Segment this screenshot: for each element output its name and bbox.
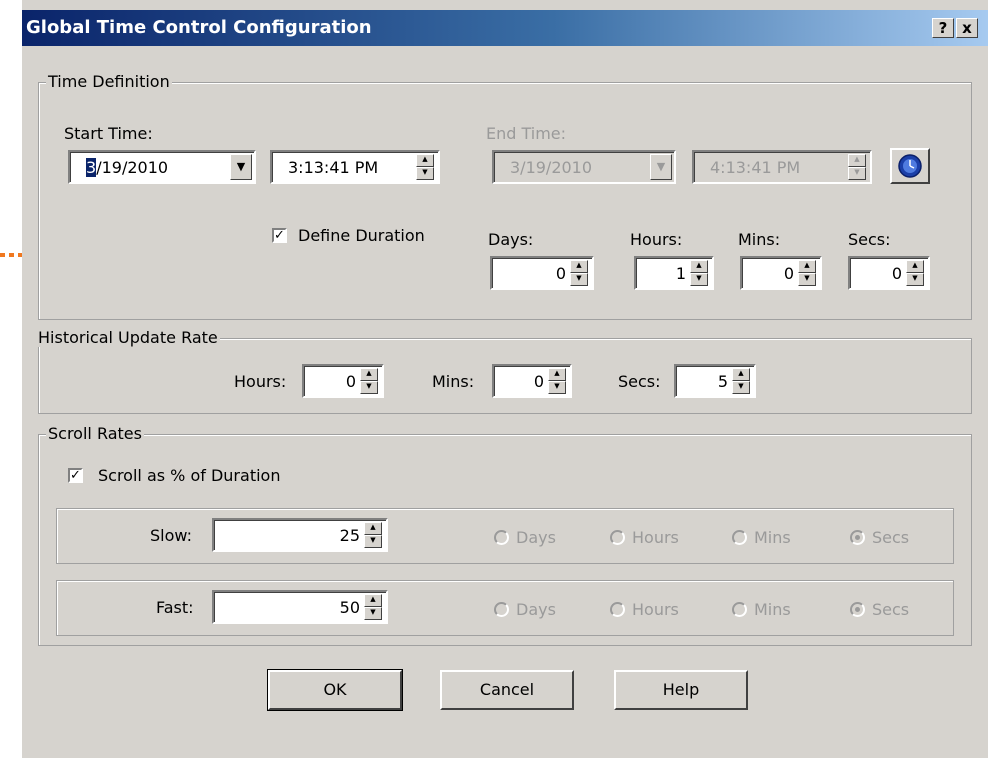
start-date-value: /19/2010: [96, 158, 169, 177]
slow-mins-radio: [732, 530, 747, 545]
fast-secs-radio: [850, 602, 865, 617]
fast-days-label: Days: [516, 600, 556, 619]
slow-rate-value: 25: [339, 526, 360, 545]
fast-label: Fast:: [156, 598, 194, 617]
window-title: Global Time Control Configuration: [26, 17, 372, 38]
chevron-down-icon: ▼: [650, 154, 672, 180]
slow-hours-radio: [610, 530, 625, 545]
end-time-input: 4:13:41 PM ▲ ▼: [692, 150, 872, 184]
historical-hours-label: Hours:: [234, 372, 287, 391]
fast-hours-radio: [610, 602, 625, 617]
slow-mins-label: Mins: [754, 528, 791, 547]
historical-mins-stepper[interactable]: 0 ▲ ▼: [492, 364, 572, 398]
start-date-picker[interactable]: 3/19/2010 ▼: [68, 150, 256, 184]
title-bar: Global Time Control Configuration ? x: [22, 10, 988, 46]
mins-value: 0: [783, 264, 794, 283]
slow-label: Slow:: [150, 526, 192, 545]
slow-days-label: Days: [516, 528, 556, 547]
secs-stepper[interactable]: 0 ▲ ▼: [848, 256, 930, 290]
fast-mins-radio: [732, 602, 747, 617]
scroll-rates-legend: Scroll Rates: [46, 424, 144, 443]
secs-spinner[interactable]: ▲ ▼: [906, 260, 924, 286]
start-date-selected-part: 3: [86, 158, 97, 177]
start-time-value: 3:13:41 PM: [288, 158, 379, 177]
fast-rate-value: 50: [339, 598, 360, 617]
dialog-window: Global Time Control Configuration ? x Ti…: [22, 0, 988, 758]
close-title-button[interactable]: x: [956, 18, 978, 38]
clock-button[interactable]: [890, 148, 930, 184]
fast-mins-label: Mins: [754, 600, 791, 619]
fast-days-radio: [494, 602, 509, 617]
slow-hours-label: Hours: [632, 528, 679, 547]
historical-secs-value: 5: [717, 372, 728, 391]
hours-spinner[interactable]: ▲ ▼: [690, 260, 708, 286]
scroll-percent-label: Scroll as % of Duration: [98, 466, 281, 485]
start-time-input[interactable]: 3:13:41 PM ▲ ▼: [270, 150, 440, 184]
define-duration-label: Define Duration: [298, 226, 425, 245]
end-time-value: 4:13:41 PM: [710, 158, 801, 177]
days-stepper[interactable]: 0 ▲ ▼: [490, 256, 594, 290]
scroll-percent-checkbox[interactable]: ✓: [68, 468, 83, 483]
fast-hours-label: Hours: [632, 600, 679, 619]
historical-hours-value: 0: [345, 372, 356, 391]
hours-stepper[interactable]: 1 ▲ ▼: [634, 256, 714, 290]
help-title-button[interactable]: ?: [932, 18, 954, 38]
secs-label: Secs:: [848, 230, 891, 249]
historical-mins-value: 0: [533, 372, 544, 391]
end-date-value: 3/19/2010: [510, 158, 593, 177]
ok-button[interactable]: OK: [267, 669, 403, 711]
historical-secs-spinner[interactable]: ▲ ▼: [732, 368, 750, 394]
days-value: 0: [555, 264, 566, 283]
historical-secs-label: Secs:: [618, 372, 661, 391]
slow-secs-radio: [850, 530, 865, 545]
historical-hours-stepper[interactable]: 0 ▲ ▼: [302, 364, 384, 398]
hours-value: 1: [675, 264, 686, 283]
historical-secs-stepper[interactable]: 5 ▲ ▼: [674, 364, 756, 398]
fast-rate-spinner[interactable]: ▲ ▼: [364, 594, 382, 620]
start-time-spinner[interactable]: ▲ ▼: [416, 154, 434, 180]
end-time-spinner: ▲ ▼: [848, 154, 866, 180]
slow-days-radio: [494, 530, 509, 545]
chevron-down-icon[interactable]: ▼: [230, 154, 252, 180]
historical-mins-spinner[interactable]: ▲ ▼: [548, 368, 566, 394]
fast-secs-label: Secs: [872, 600, 910, 619]
secs-value: 0: [891, 264, 902, 283]
define-duration-checkbox[interactable]: ✓: [272, 228, 287, 243]
end-date-picker: 3/19/2010 ▼: [492, 150, 676, 184]
time-definition-legend: Time Definition: [46, 72, 172, 91]
mins-label: Mins:: [738, 230, 781, 249]
end-time-label: End Time:: [486, 124, 567, 143]
clock-icon: [898, 154, 922, 178]
cancel-button[interactable]: Cancel: [440, 670, 574, 710]
slow-secs-label: Secs: [872, 528, 910, 547]
mins-stepper[interactable]: 0 ▲ ▼: [740, 256, 822, 290]
slow-rate-stepper[interactable]: 25 ▲ ▼: [212, 518, 388, 552]
days-spinner[interactable]: ▲ ▼: [570, 260, 588, 286]
start-time-label: Start Time:: [64, 124, 153, 143]
days-label: Days:: [488, 230, 534, 249]
hours-label: Hours:: [630, 230, 683, 249]
fast-rate-stepper[interactable]: 50 ▲ ▼: [212, 590, 388, 624]
mins-spinner[interactable]: ▲ ▼: [798, 260, 816, 286]
historical-mins-label: Mins:: [432, 372, 475, 391]
slow-rate-spinner[interactable]: ▲ ▼: [364, 522, 382, 548]
historical-update-legend: Historical Update Rate: [36, 328, 220, 347]
help-button[interactable]: Help: [614, 670, 748, 710]
historical-hours-spinner[interactable]: ▲ ▼: [360, 368, 378, 394]
